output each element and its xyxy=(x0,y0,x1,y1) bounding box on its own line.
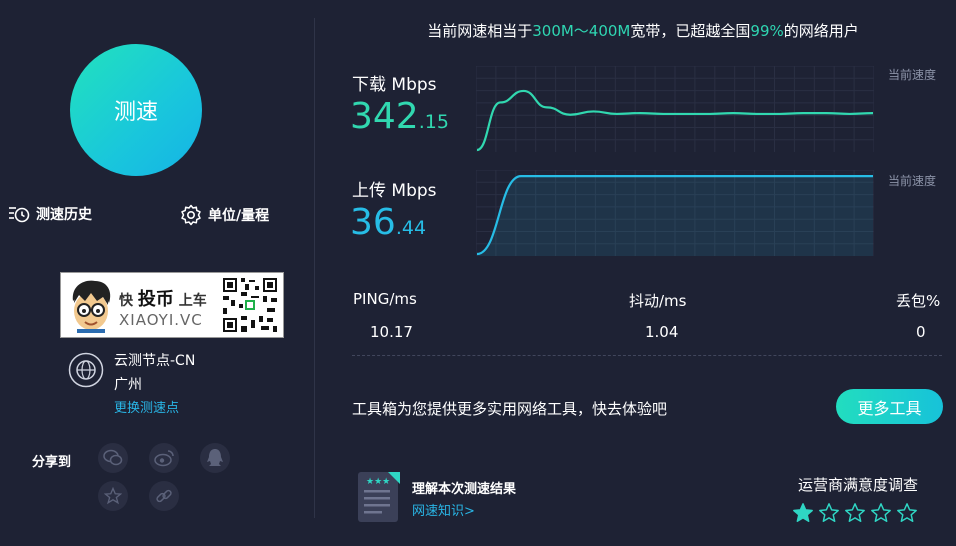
download-chart xyxy=(476,66,874,152)
knowledge-link[interactable]: 网速知识> xyxy=(412,500,475,519)
promo-slogan-big: 投币 xyxy=(137,289,174,310)
ping-value: 10.17 xyxy=(370,323,413,341)
change-node-link[interactable]: 更换测速点 xyxy=(114,397,179,416)
packet-loss-value: 0 xyxy=(916,323,926,341)
upload-value-int: 36 xyxy=(350,202,396,243)
favorite-icon xyxy=(104,487,122,505)
start-speedtest-label: 测速 xyxy=(113,100,158,125)
rating-star-5-icon[interactable] xyxy=(896,502,918,524)
upload-value: 36.44 xyxy=(350,202,426,243)
upload-label: 上传 Mbps xyxy=(352,181,437,201)
qq-icon xyxy=(207,449,223,466)
jitter-label: 抖动/ms xyxy=(629,292,687,310)
svg-text:★★★: ★★★ xyxy=(366,477,390,487)
share-label: 分享到 xyxy=(32,455,72,470)
stats-divider xyxy=(352,355,942,356)
summary-middle: 宽带，已超越全国 xyxy=(630,22,751,40)
promo-domain: XIAOYI.VC xyxy=(119,311,203,329)
rating-star-4-icon[interactable] xyxy=(870,502,892,524)
survey-rating xyxy=(792,502,918,524)
cartoon-avatar-icon xyxy=(65,277,117,333)
left-divider xyxy=(314,18,315,518)
summary-suffix: 的网络用户 xyxy=(783,22,859,40)
rating-star-1-icon[interactable] xyxy=(792,502,814,524)
start-speedtest-button[interactable]: 测速 xyxy=(70,44,202,176)
jitter-value: 1.04 xyxy=(645,323,679,341)
survey-title: 运营商满意度调查 xyxy=(798,476,919,494)
upload-series-area xyxy=(477,176,873,256)
link-icon xyxy=(156,489,172,503)
wechat-icon xyxy=(103,449,123,466)
ping-label: PING/ms xyxy=(353,290,417,308)
unit-range-link[interactable]: 单位/量程 xyxy=(180,204,269,226)
summary-percentile: 99% xyxy=(750,22,784,40)
rating-star-2-icon[interactable] xyxy=(818,502,840,524)
download-value: 342.15 xyxy=(350,96,449,137)
more-tools-button[interactable]: 更多工具 xyxy=(836,389,943,424)
rating-star-3-icon[interactable] xyxy=(844,502,866,524)
download-series-grid xyxy=(476,66,874,152)
summary-prefix: 当前网速相当于 xyxy=(427,22,533,40)
node-city: 广州 xyxy=(114,377,142,393)
share-link-button[interactable] xyxy=(149,481,179,511)
upload-value-frac: .44 xyxy=(395,217,427,239)
share-qq-button[interactable] xyxy=(200,443,230,473)
unit-range-label: 单位/量程 xyxy=(208,208,270,224)
promo-slogan-suffix: 上车 xyxy=(178,293,207,309)
download-value-int: 342 xyxy=(350,96,419,137)
promo-slogan: 快 投币 上车 xyxy=(119,285,207,311)
document-icon: ★★★ xyxy=(358,472,400,522)
weibo-icon xyxy=(154,450,174,467)
more-tools-label: 更多工具 xyxy=(857,398,922,418)
share-weibo-button[interactable] xyxy=(149,443,179,473)
knowledge-title: 理解本次测速结果 xyxy=(412,482,517,497)
gear-icon xyxy=(181,204,201,226)
toolbox-description: 工具箱为您提供更多实用网络工具，快去体验吧 xyxy=(352,400,668,418)
qr-code-icon xyxy=(221,276,279,334)
history-icon xyxy=(9,207,30,223)
share-wechat-button[interactable] xyxy=(98,443,128,473)
packet-loss-label: 丢包% xyxy=(896,292,941,310)
download-label: 下载 Mbps xyxy=(352,75,437,95)
download-current-label: 当前速度 xyxy=(888,68,937,82)
promo-card[interactable]: 快 投币 上车 XIAOYI.VC xyxy=(60,272,284,338)
speed-summary: 当前网速相当于300M～400M宽带，已超越全国99%的网络用户 xyxy=(0,20,956,41)
upload-chart xyxy=(476,170,874,256)
download-value-frac: .15 xyxy=(418,111,449,133)
globe-icon xyxy=(68,352,104,388)
share-favorite-button[interactable] xyxy=(98,481,128,511)
promo-slogan-prefix: 快 xyxy=(119,293,133,309)
summary-bandwidth: 300M～400M xyxy=(532,22,631,40)
history-link[interactable]: 测速历史 xyxy=(8,204,92,224)
node-name: 云测节点-CN xyxy=(114,353,196,369)
history-label: 测速历史 xyxy=(36,207,92,223)
upload-current-label: 当前速度 xyxy=(888,174,937,188)
